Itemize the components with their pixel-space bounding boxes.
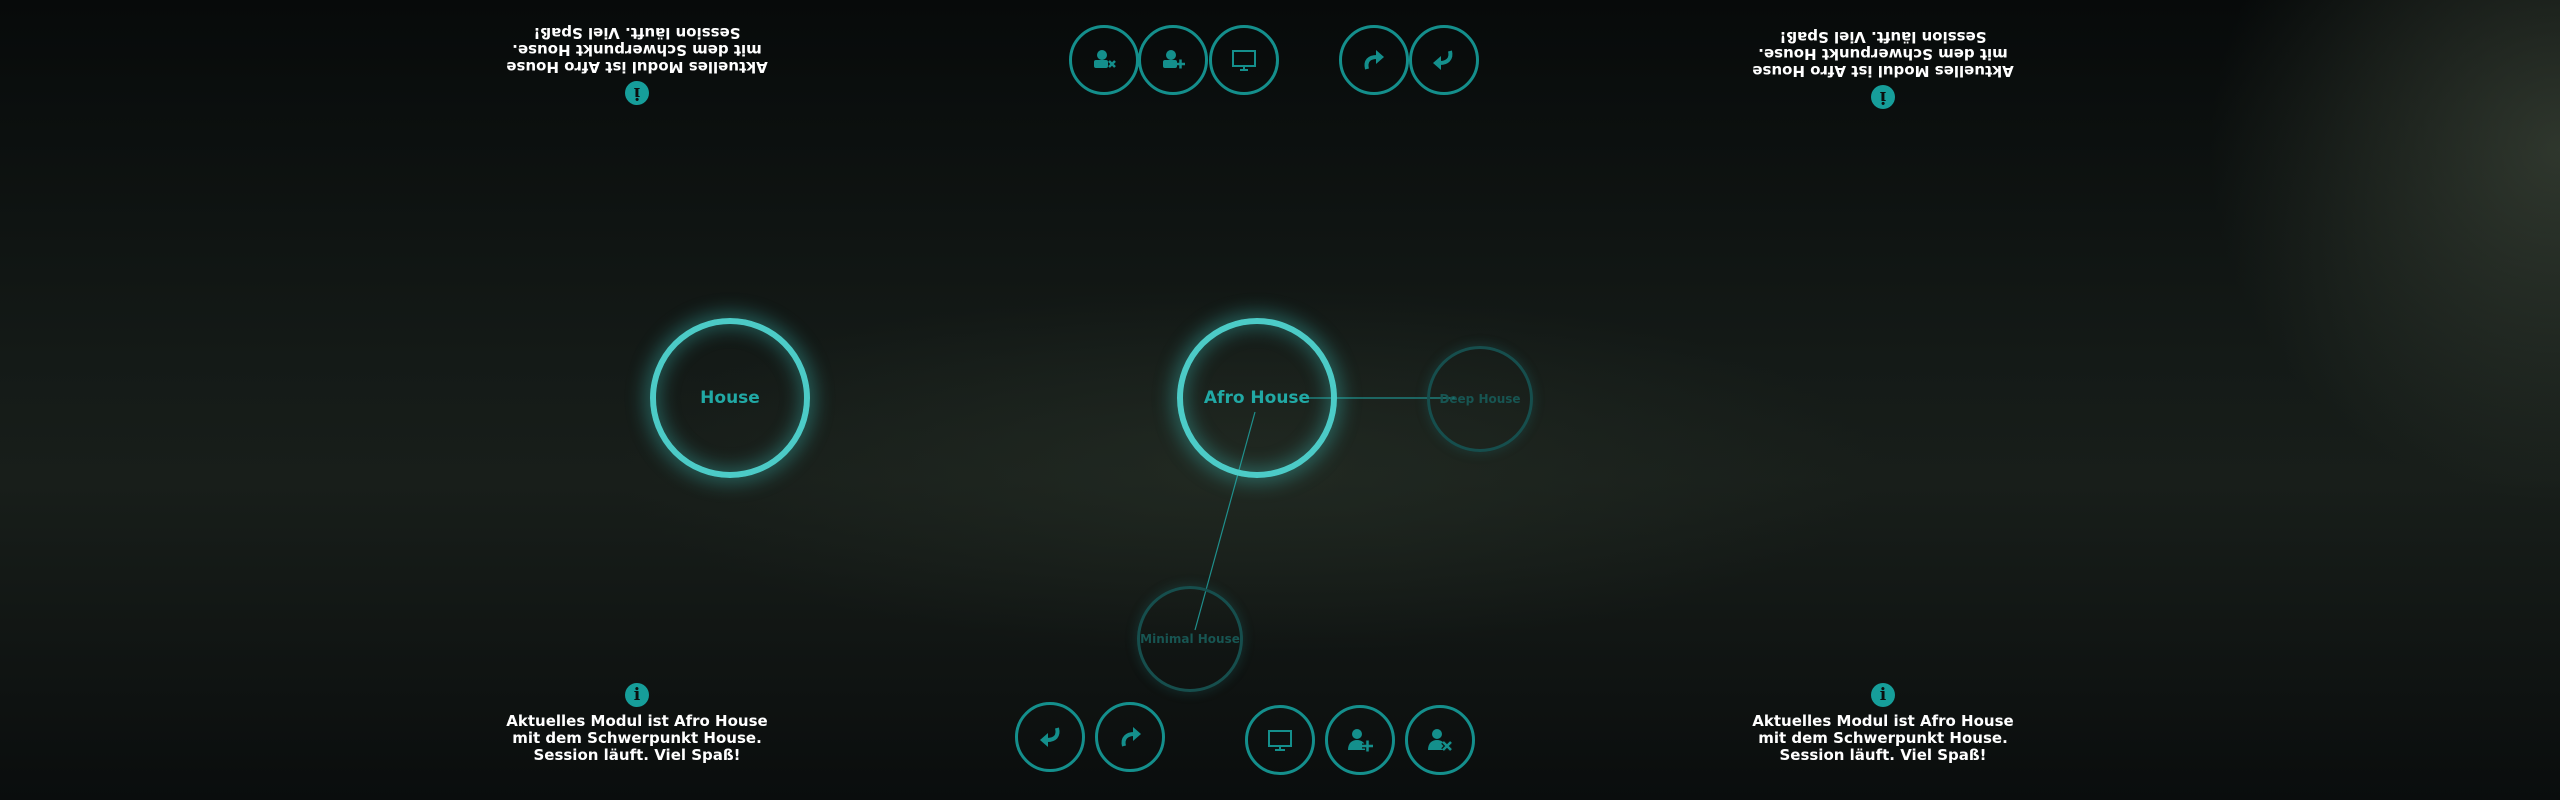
monitor-button[interactable] <box>1245 705 1315 775</box>
undo-button-top[interactable] <box>1339 25 1409 95</box>
info-line: Aktuelles Modul ist Afro House <box>506 58 768 76</box>
node-label: Minimal House <box>1140 632 1240 646</box>
info-line: mit dem Schwerpunkt House. <box>512 41 762 59</box>
add-camera-icon <box>1163 50 1185 69</box>
info-icon: i <box>1871 85 1895 109</box>
info-panel-top-right: i Aktuelles Modul ist Afro House mit dem… <box>1733 28 2033 109</box>
node-afro-house[interactable]: Afro House <box>1177 318 1337 478</box>
tv-button[interactable] <box>1209 25 1279 95</box>
monitor-icon <box>1268 730 1292 751</box>
add-user-button[interactable] <box>1325 705 1395 775</box>
redo-button[interactable] <box>1095 702 1165 772</box>
node-label: Deep House <box>1439 392 1521 406</box>
remove-user-icon <box>1428 729 1453 752</box>
undo-icon <box>1040 727 1060 747</box>
undo-button[interactable] <box>1015 702 1085 772</box>
tv-icon <box>1232 50 1256 71</box>
node-deep-house[interactable]: Deep House <box>1427 346 1533 452</box>
node-house[interactable]: House <box>650 318 810 478</box>
info-icon: i <box>1871 683 1895 707</box>
remove-camera-icon <box>1094 50 1116 68</box>
redo-icon <box>1433 50 1453 70</box>
node-label: Afro House <box>1203 388 1311 408</box>
info-line: mit dem Schwerpunkt House. <box>512 729 762 747</box>
remove-camera-button[interactable] <box>1069 25 1139 95</box>
add-user-icon <box>1348 729 1373 752</box>
redo-icon <box>1121 727 1141 747</box>
undo-icon <box>1364 50 1384 70</box>
info-line: Session läuft. Viel Spaß! <box>533 746 741 764</box>
info-line: Session läuft. Viel Spaß! <box>1779 746 1987 764</box>
add-camera-button[interactable] <box>1138 25 1208 95</box>
info-icon: i <box>625 683 649 707</box>
redo-button-top[interactable] <box>1409 25 1479 95</box>
info-line: Session läuft. Viel Spaß! <box>1779 28 1987 46</box>
info-line: mit dem Schwerpunkt House. <box>1758 45 2008 63</box>
info-line: Aktuelles Modul ist Afro House <box>1752 712 2014 730</box>
node-label: House <box>700 388 760 408</box>
node-minimal-house[interactable]: Minimal House <box>1137 586 1243 692</box>
info-icon: i <box>625 81 649 105</box>
info-line: Aktuelles Modul ist Afro House <box>506 712 768 730</box>
remove-user-button[interactable] <box>1405 705 1475 775</box>
info-panel-top-left: i Aktuelles Modul ist Afro House mit dem… <box>487 24 787 105</box>
info-panel-bottom-left: i Aktuelles Modul ist Afro House mit dem… <box>487 683 787 764</box>
info-line: mit dem Schwerpunkt House. <box>1758 729 2008 747</box>
info-panel-bottom-right: i Aktuelles Modul ist Afro House mit dem… <box>1733 683 2033 764</box>
info-line: Aktuelles Modul ist Afro House <box>1752 62 2014 80</box>
info-line: Session läuft. Viel Spaß! <box>533 24 741 42</box>
